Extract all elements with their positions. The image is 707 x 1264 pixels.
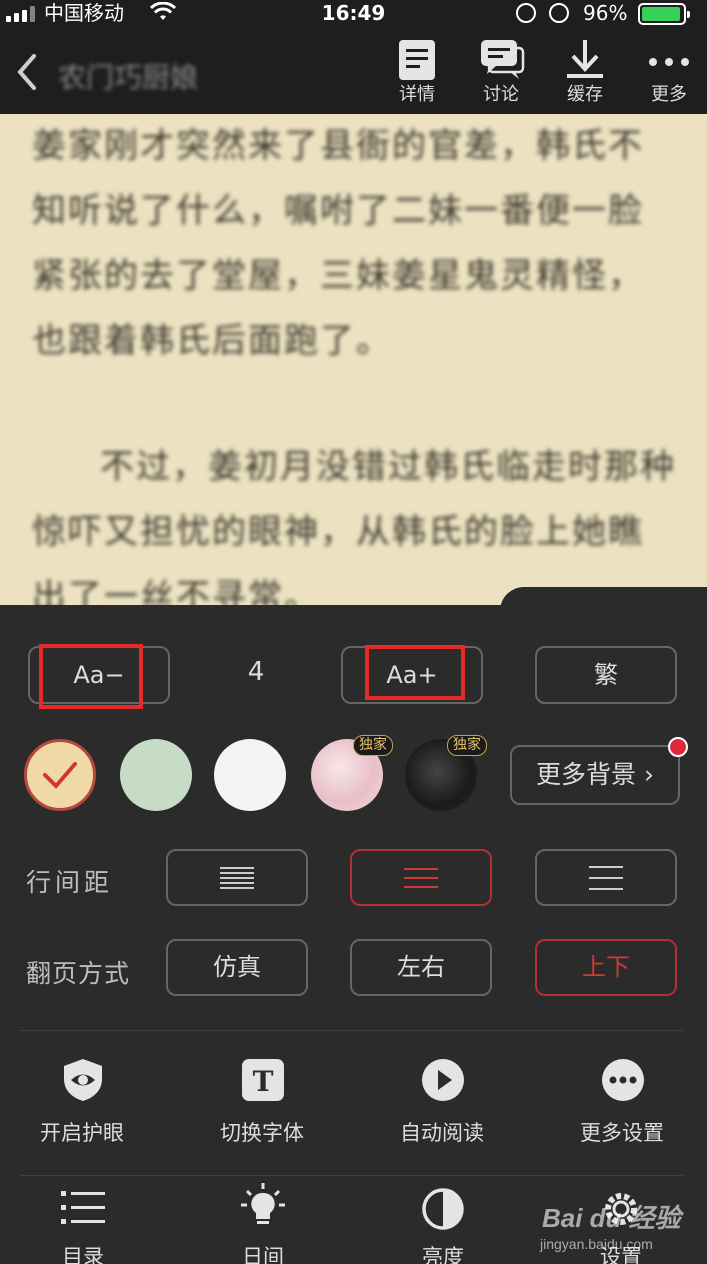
more-settings-icon [602, 1059, 644, 1101]
tool-label: 自动阅读 [400, 1121, 484, 1145]
watermark-brand: Bai du 经验 [542, 1203, 681, 1233]
more-backgrounds-label: 更多背景 [536, 760, 637, 789]
book-title: 农门巧厨娘 [58, 61, 199, 94]
watermark-url: jingyan.baidu.com [540, 1236, 653, 1252]
tool-label: 开启护眼 [40, 1121, 124, 1145]
background-swatch-pink-floral[interactable]: 独家 [311, 735, 393, 811]
paragraph: 不过，姜初月没错过韩氏临走时那种惊吓又担忧的眼神，从韩氏的脸上她瞧出了一丝不寻常… [32, 447, 676, 605]
exclusive-badge: 独家 [353, 735, 393, 756]
bottom-nav-label: 目录 [62, 1245, 104, 1264]
reading-page[interactable]: 姜家刚才突然来了县衙的官差，韩氏不知听说了什么，嘱咐了二妹一番便一脸紧张的去了堂… [0, 114, 707, 605]
line-spacing-label: 行间距 [26, 868, 114, 897]
day-mode-icon [241, 1183, 285, 1224]
brightness-icon [422, 1188, 464, 1230]
chevron-right-icon: › [643, 760, 654, 789]
highlight-box [39, 644, 143, 709]
page-turn-option-label: 左右 [397, 953, 445, 981]
details-icon [399, 40, 435, 80]
baidu-jingyan-watermark: Bai du 经验 jingyan.baidu.com [540, 1192, 700, 1264]
page-turn-horizontal-button[interactable]: 左右 [350, 939, 492, 996]
alarm-icon [549, 3, 569, 23]
page-turn-simulation-button[interactable]: 仿真 [166, 939, 308, 996]
more-icon [649, 58, 689, 66]
battery-icon [638, 3, 690, 25]
line-spacing-medium-button[interactable] [350, 849, 492, 906]
rotation-lock-icon [516, 3, 536, 23]
catalog-icon [61, 1191, 105, 1224]
new-indicator-dot [668, 737, 688, 757]
more-label: 更多 [651, 84, 687, 105]
more-settings-button[interactable]: 更多设置 [552, 1057, 692, 1147]
loose-lines-icon [589, 865, 623, 890]
auto-read-icon [422, 1059, 464, 1101]
page-turn-option-label: 仿真 [213, 953, 261, 981]
reader-top-bar: 农门巧厨娘 详情 讨论 缓存 更多 [0, 28, 707, 114]
page-turn-label: 翻页方式 [26, 959, 131, 988]
download-button[interactable]: 缓存 [550, 34, 620, 110]
background-swatch-white[interactable] [214, 739, 286, 811]
checkmark-icon [43, 762, 77, 789]
svg-text:T: T [253, 1065, 274, 1098]
download-icon [567, 40, 603, 78]
status-bar: 中国移动 16:49 96% [0, 0, 707, 28]
bottom-nav-label: 亮度 [422, 1245, 464, 1264]
download-label: 缓存 [567, 84, 603, 105]
details-label: 详情 [399, 84, 435, 105]
tool-label: 更多设置 [580, 1121, 664, 1145]
page-turn-option-label: 上下 [582, 953, 630, 981]
switch-font-button[interactable]: T 切换字体 [192, 1057, 332, 1147]
medium-lines-icon [404, 867, 438, 888]
compact-lines-icon [220, 866, 254, 889]
traditional-chinese-button[interactable]: 繁 [535, 646, 677, 704]
background-swatch-green[interactable] [120, 739, 192, 811]
tool-label: 切换字体 [220, 1121, 304, 1145]
line-spacing-loose-button[interactable] [535, 849, 677, 906]
page-text: 姜家刚才突然来了县衙的官差，韩氏不知听说了什么，嘱咐了二妹一番便一脸紧张的去了堂… [32, 114, 677, 605]
font-size-value: 4 [247, 657, 265, 687]
bottom-nav-label: 日间 [242, 1245, 284, 1264]
battery-percent: 96% [583, 1, 628, 25]
auto-read-button[interactable]: 自动阅读 [372, 1057, 512, 1147]
highlight-box [365, 645, 465, 700]
page-turn-vertical-button[interactable]: 上下 [535, 939, 677, 996]
traditional-chinese-label: 繁 [594, 661, 618, 689]
background-swatch-dark[interactable]: 独家 [405, 735, 487, 811]
more-backgrounds-button[interactable]: 更多背景 › [510, 745, 680, 805]
line-spacing-compact-button[interactable] [166, 849, 308, 906]
reader-settings-panel: Aa− 4 Aa+ 繁 独家 独家 更多背景 › 行间距 翻页方式 仿真 左右 [0, 605, 707, 1264]
background-swatch-parchment[interactable] [24, 739, 96, 811]
discussion-button[interactable]: 讨论 [466, 34, 536, 110]
discussion-icon [481, 40, 525, 79]
eye-protection-button[interactable]: 开启护眼 [12, 1057, 152, 1147]
discussion-label: 讨论 [483, 84, 519, 105]
paragraph: 姜家刚才突然来了县衙的官差，韩氏不知听说了什么，嘱咐了二妹一番便一脸紧张的去了堂… [32, 126, 644, 361]
back-icon[interactable] [12, 52, 42, 92]
divider [20, 1175, 683, 1176]
details-button[interactable]: 详情 [382, 34, 452, 110]
exclusive-badge: 独家 [447, 735, 487, 756]
font-switch-icon: T [242, 1059, 284, 1101]
more-button[interactable]: 更多 [634, 34, 704, 110]
eye-protection-icon [64, 1059, 102, 1101]
divider [20, 1030, 683, 1031]
